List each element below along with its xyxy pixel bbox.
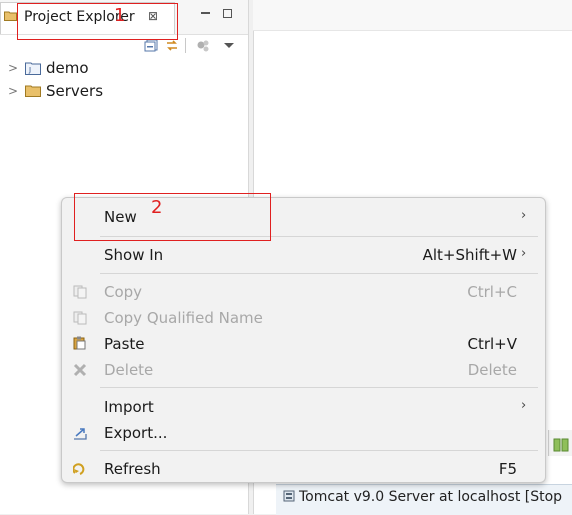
menu-separator — [100, 450, 538, 451]
tree-item-demo[interactable]: > J demo — [0, 58, 240, 80]
menu-item-import[interactable]: Import › — [62, 395, 544, 419]
maximize-icon[interactable] — [223, 9, 232, 18]
collapse-all-icon[interactable] — [144, 39, 158, 52]
menu-item-label: Delete — [104, 361, 154, 379]
shortcut-label: Alt+Shift+W — [422, 246, 517, 264]
menu-item-copy[interactable]: Copy Ctrl+C — [62, 280, 544, 304]
annotation-number-1: 1 — [114, 5, 126, 26]
menu-item-refresh[interactable]: Refresh F5 — [62, 457, 544, 481]
view-menu-icon[interactable] — [222, 39, 236, 52]
menu-item-paste[interactable]: Paste Ctrl+V — [62, 332, 544, 356]
menu-item-label: Refresh — [104, 460, 161, 478]
menu-item-show-in[interactable]: Show In Alt+Shift+W › — [62, 243, 544, 267]
toolbar-separator — [185, 38, 186, 53]
menu-item-copy-qualified-name[interactable]: Copy Qualified Name — [62, 306, 544, 330]
copy-icon — [73, 311, 87, 325]
server-icon — [283, 490, 295, 502]
servers-view-icon[interactable] — [553, 438, 569, 452]
menu-item-delete[interactable]: Delete Delete — [62, 358, 544, 382]
server-entry[interactable]: Tomcat v9.0 Server at localhost [Stop — [299, 489, 562, 505]
tree-label: Servers — [46, 82, 104, 100]
annotation-box-2 — [74, 193, 271, 241]
refresh-icon — [73, 463, 85, 475]
submenu-arrow-icon: › — [521, 398, 527, 413]
menu-separator — [100, 273, 538, 274]
minimize-icon[interactable] — [201, 12, 210, 14]
menu-item-label: Copy Qualified Name — [104, 309, 263, 327]
link-with-editor-icon[interactable] — [165, 39, 179, 52]
menu-item-label: Export... — [104, 424, 168, 442]
folder-icon — [4, 11, 17, 21]
menu-item-label: Copy — [104, 283, 143, 301]
export-icon — [74, 428, 87, 440]
annotation-number-2: 2 — [151, 197, 163, 218]
menu-item-export[interactable]: Export... — [62, 421, 544, 445]
paste-icon — [73, 336, 86, 350]
menu-item-label: Import — [104, 398, 154, 416]
project-icon: J — [25, 62, 41, 75]
svg-text:J: J — [28, 66, 31, 74]
menu-item-label: Show In — [104, 246, 164, 264]
annotation-box-1 — [17, 3, 178, 40]
shortcut-label: F5 — [498, 460, 517, 478]
tree-item-servers[interactable]: > Servers — [0, 81, 240, 103]
copy-icon — [73, 285, 87, 299]
focus-icon[interactable] — [196, 39, 210, 52]
shortcut-label: Ctrl+V — [467, 335, 517, 353]
submenu-arrow-icon: › — [521, 246, 527, 261]
submenu-arrow-icon: › — [521, 208, 527, 223]
folder-icon — [25, 85, 41, 97]
tree-label: demo — [46, 59, 89, 77]
shortcut-label: Ctrl+C — [467, 283, 517, 301]
menu-separator — [100, 387, 538, 388]
shortcut-label: Delete — [467, 361, 517, 379]
delete-icon — [73, 363, 87, 377]
expand-icon[interactable]: > — [8, 84, 18, 98]
expand-icon[interactable]: > — [8, 61, 18, 75]
menu-item-label: Paste — [104, 335, 145, 353]
editor-header — [253, 0, 572, 31]
